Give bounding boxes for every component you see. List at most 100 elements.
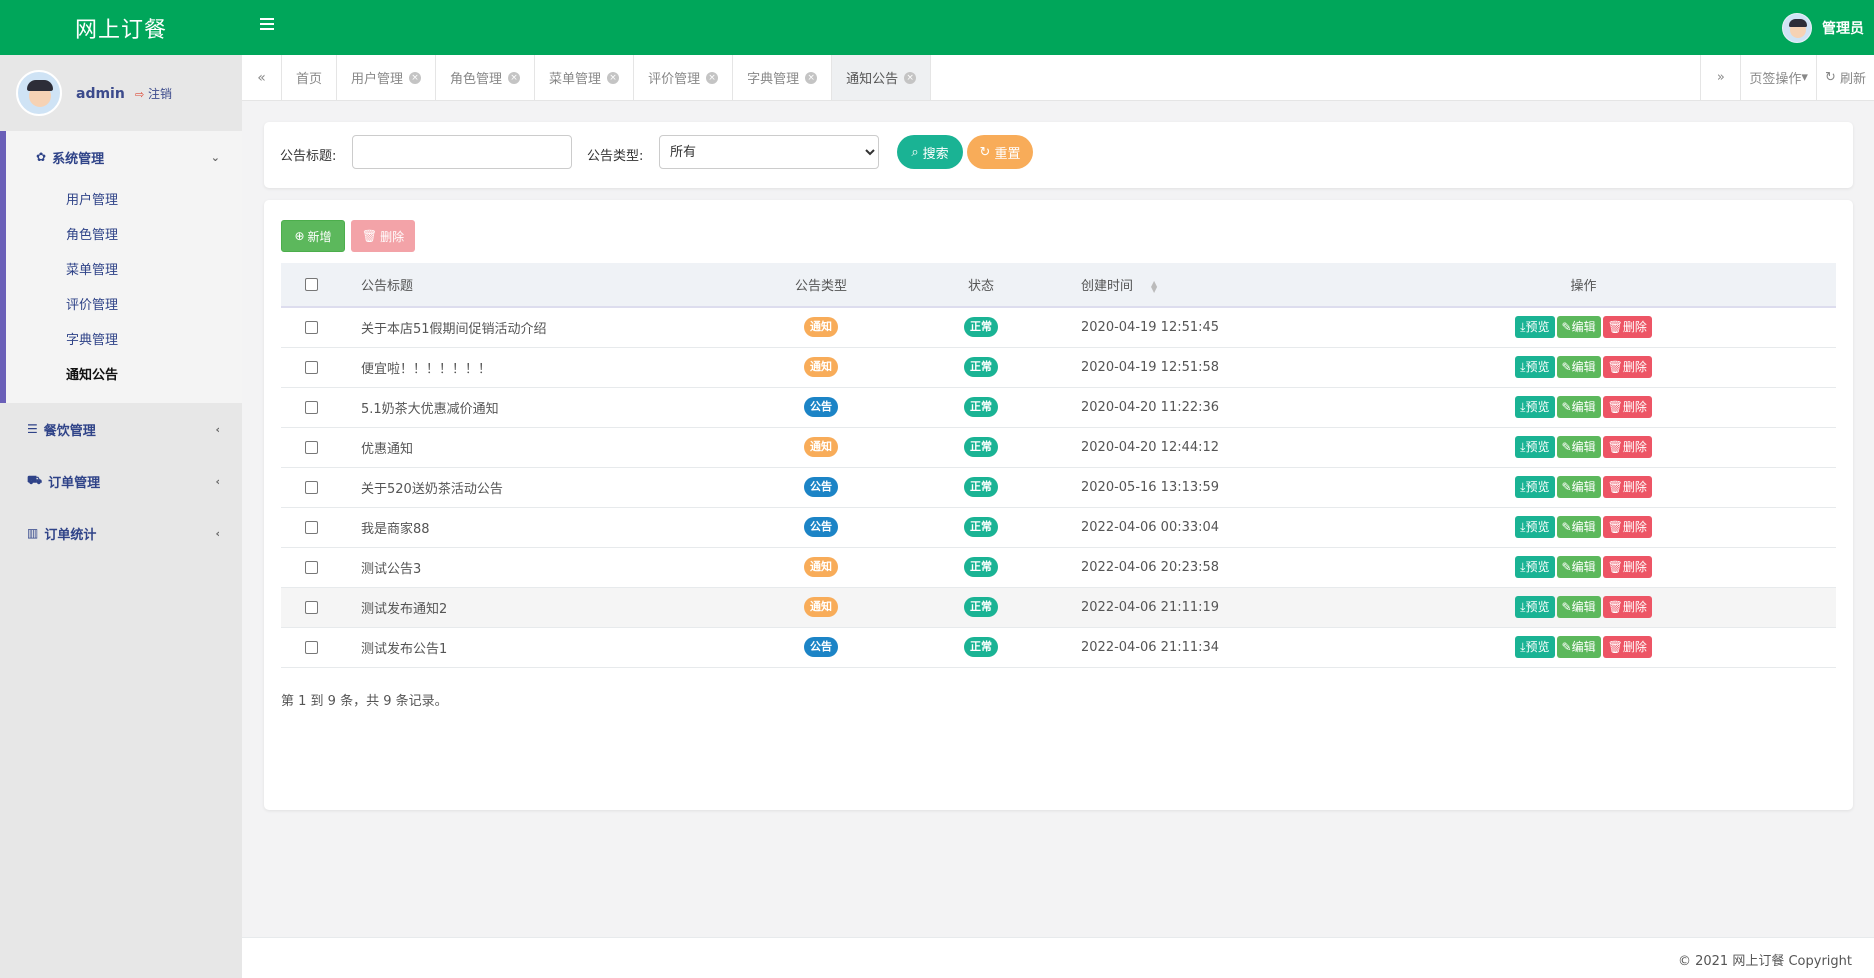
preview-label: 预览 [1525, 320, 1550, 335]
edit-label: 编辑 [1571, 600, 1596, 614]
preview-button[interactable]: ⤓预览 [1515, 516, 1555, 538]
edit-button[interactable]: ✎编辑 [1556, 356, 1601, 378]
row-checkbox[interactable] [304, 600, 318, 614]
row-checkbox[interactable] [304, 400, 318, 414]
sidebar-item-dictionary[interactable]: 字典管理 [6, 323, 242, 358]
row-checkbox[interactable] [304, 560, 318, 574]
user-menu[interactable]: 管理员 [1782, 12, 1864, 44]
preview-button[interactable]: ⤓预览 [1515, 476, 1555, 498]
table-row: 关于本店51假期间促销活动介绍 通知 正常 2020-04-19 12:51:45 ⤓预… [281, 307, 1836, 347]
sidebar-menu: ✿ 系统管理 ⌄ 用户管理 角色管理 菜单管理 评价管理 字典管理 通知公告 ☰… [0, 131, 242, 559]
logout-link[interactable]: ⇨ 注销 [135, 87, 172, 101]
sidebar-item-menus[interactable]: 菜单管理 [6, 253, 242, 288]
tab-home[interactable]: 首页 [282, 55, 338, 100]
preview-button[interactable]: ⤓预览 [1515, 556, 1555, 578]
menu-header-stats[interactable]: ▥ 订单统计 ‹ [0, 507, 242, 559]
tab-scroll-right-icon[interactable]: » [1700, 55, 1740, 100]
col-created[interactable]: 创建时间 ▲ ▼ [1061, 263, 1331, 308]
edit-button[interactable]: ✎编辑 [1556, 396, 1601, 418]
row-created: 2022-04-06 21:11:19 [1081, 599, 1220, 615]
tab-reviews[interactable]: 评价管理 × [634, 55, 734, 100]
preview-button[interactable]: ⤓预览 [1515, 636, 1555, 658]
sidebar-item-roles[interactable]: 角色管理 [6, 218, 242, 253]
delete-button[interactable]: 🗑删除 [1602, 476, 1652, 498]
preview-label: 预览 [1525, 480, 1550, 494]
tab-label: 菜单管理 [549, 72, 602, 87]
edit-button[interactable]: ✎编辑 [1556, 436, 1601, 458]
close-icon[interactable]: × [904, 71, 917, 84]
tab-roles[interactable]: 角色管理 × [436, 55, 536, 100]
tab-label: 字典管理 [747, 72, 800, 87]
tab-users[interactable]: 用户管理 × [337, 55, 437, 100]
sort-icon[interactable]: ▲ ▼ [1151, 279, 1157, 293]
title-filter-input[interactable] [352, 135, 572, 169]
close-icon[interactable]: × [607, 71, 620, 84]
row-checkbox[interactable] [304, 640, 318, 654]
tab-scroll-left-icon[interactable]: « [242, 55, 282, 100]
edit-button[interactable]: ✎编辑 [1556, 556, 1601, 578]
tab-notices[interactable]: 通知公告 × [832, 55, 932, 100]
reset-button[interactable]: ↻ 重置 [967, 135, 1033, 169]
preview-button[interactable]: ⤓预览 [1515, 436, 1555, 458]
delete-button[interactable]: 🗑删除 [1602, 436, 1652, 458]
edit-button[interactable]: ✎编辑 [1556, 516, 1601, 538]
edit-button[interactable]: ✎编辑 [1556, 476, 1601, 498]
delete-button[interactable]: 🗑删除 [1602, 636, 1652, 658]
close-icon[interactable]: × [805, 71, 818, 84]
row-checkbox[interactable] [304, 320, 318, 334]
sidebar-item-reviews[interactable]: 评价管理 [6, 288, 242, 323]
row-created: 2020-05-16 13:13:59 [1081, 479, 1220, 495]
menu-header-orders[interactable]: ⛟ 订单管理 ‹ [0, 455, 242, 507]
close-icon[interactable]: × [706, 71, 719, 84]
row-title: 测试发布公告1 [361, 641, 448, 657]
refresh-button[interactable]: ↻ 刷新 [1815, 55, 1874, 100]
close-icon[interactable]: × [508, 71, 521, 84]
close-icon[interactable]: × [409, 71, 422, 84]
row-checkbox[interactable] [304, 480, 318, 494]
col-ops: 操作 [1331, 263, 1836, 308]
select-all-checkbox[interactable] [304, 278, 318, 291]
app-brand[interactable]: 网上订餐 [0, 0, 242, 55]
delete-button[interactable]: 🗑删除 [1602, 316, 1652, 339]
edit-button[interactable]: ✎编辑 [1556, 596, 1601, 618]
preview-button[interactable]: ⤓预览 [1515, 316, 1555, 339]
menu-header-label: 系统管理 [52, 151, 105, 167]
edit-button[interactable]: ✎编辑 [1556, 316, 1601, 339]
delete-button[interactable]: 🗑删除 [1602, 356, 1652, 378]
row-checkbox[interactable] [304, 440, 318, 454]
row-title: 关于本店51假期间促销活动介绍 [361, 321, 547, 337]
row-status-cell: 正常 [901, 347, 1061, 387]
table-panel: ⊕ 新增 🗑 删除 公告标题 公告类型 状态 创建时间 ▲ ▼ 操作 关于本店51假期间… [264, 200, 1853, 810]
row-title: 关于520送奶茶活动公告 [361, 481, 503, 497]
search-button[interactable]: ⌕ 搜索 [897, 135, 963, 169]
delete-button[interactable]: 🗑删除 [1602, 596, 1652, 618]
type-filter-select[interactable]: 所有 [659, 135, 879, 169]
plus-circle-icon: ⊕ [294, 229, 305, 243]
tab-dictionary[interactable]: 字典管理 × [733, 55, 833, 100]
menu-header-system[interactable]: ✿ 系统管理 ⌄ [6, 131, 242, 183]
tab-operations-dropdown[interactable]: 页签操作 ▾ [1740, 55, 1816, 100]
table-row: 测试发布通知2 通知 正常 2022-04-06 21:11:19 ⤓预览 ✎编辑 🗑删除 [281, 587, 1836, 627]
delete-button[interactable]: 🗑删除 [1602, 396, 1652, 418]
footer: © 2021 网上订餐 Copyright [242, 937, 1874, 978]
preview-button[interactable]: ⤓预览 [1515, 356, 1555, 378]
sidebar-item-users[interactable]: 用户管理 [6, 183, 242, 218]
row-checkbox[interactable] [304, 520, 318, 534]
preview-button[interactable]: ⤓预览 [1515, 396, 1555, 418]
tab-menus[interactable]: 菜单管理 × [535, 55, 635, 100]
delete-button[interactable]: 🗑删除 [1602, 516, 1652, 538]
row-type-cell: 通知 [741, 427, 901, 467]
add-button[interactable]: ⊕ 新增 [281, 220, 345, 252]
preview-label: 预览 [1525, 520, 1550, 534]
trash-icon: 🗑 [1607, 440, 1623, 454]
bulk-delete-button[interactable]: 🗑 删除 [351, 220, 415, 252]
sidebar-item-notices[interactable]: 通知公告 [6, 358, 242, 393]
preview-button[interactable]: ⤓预览 [1515, 596, 1555, 618]
menu-group-catering: ☰ 餐饮管理 ‹ [0, 403, 242, 455]
row-checkbox[interactable] [304, 360, 318, 374]
menu-header-catering[interactable]: ☰ 餐饮管理 ‹ [0, 403, 242, 455]
hamburger-menu-icon[interactable] [255, 15, 279, 39]
edit-button[interactable]: ✎编辑 [1556, 636, 1601, 658]
delete-button[interactable]: 🗑删除 [1602, 556, 1652, 578]
pencil-icon: ✎ [1561, 440, 1572, 454]
